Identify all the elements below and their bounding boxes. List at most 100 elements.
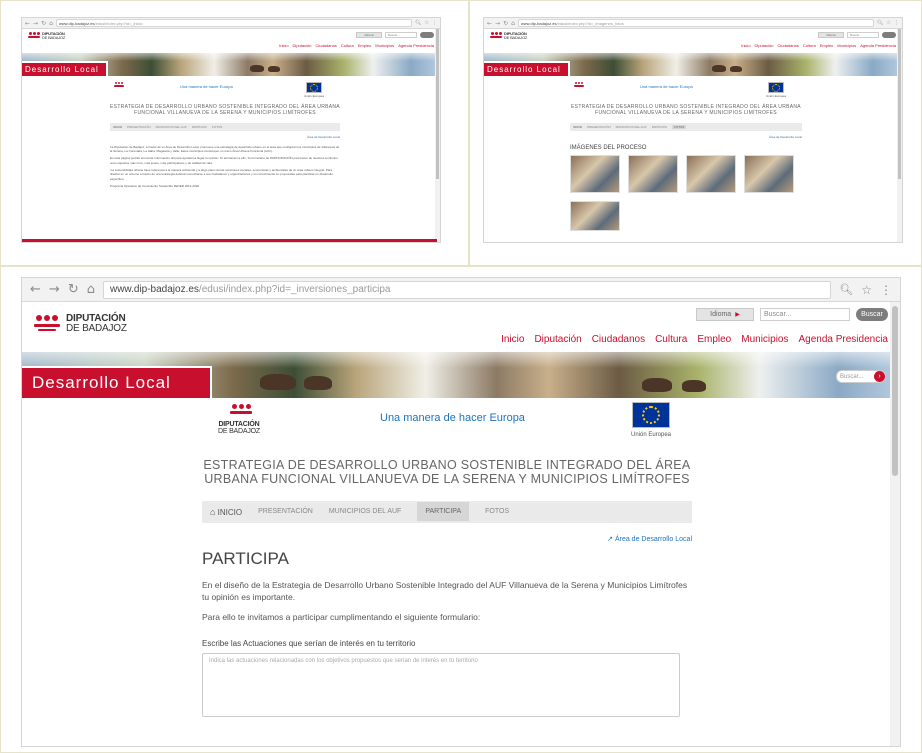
- page-content: DIPUTACIÓN DE BADAJOZ Una manera de hace…: [202, 402, 692, 718]
- header-search-input[interactable]: Buscar...: [760, 308, 850, 321]
- address-bar[interactable]: www.dip-badajoz.es/edusi/index.php?id=_i…: [517, 19, 875, 27]
- translate-button[interactable]: Idioma: [818, 32, 844, 38]
- menu-item-cultura[interactable]: Cultura: [803, 43, 816, 48]
- tab-fotos[interactable]: FOTOS: [672, 124, 687, 129]
- menu-item-agenda[interactable]: Agenda Presidencia: [798, 334, 888, 345]
- forward-arrow-icon[interactable]: →: [33, 20, 38, 27]
- header-search-button[interactable]: Buscar: [856, 308, 888, 321]
- diputacion-logo[interactable]: DIPUTACIÓN DE BADAJOZ: [28, 32, 65, 40]
- actions-textarea[interactable]: Indica las actuaciones relacionadas con …: [202, 653, 680, 718]
- menu-item-cultura[interactable]: Cultura: [341, 43, 354, 48]
- tab-inicio[interactable]: INICIO: [573, 125, 582, 129]
- screenshot-collage: ← → ↻ ⌂ www.dip-badajoz.es/edusi/index.p…: [0, 0, 922, 753]
- section-tabs: ⌂ INICIO PRESENTACIÓN MUNICIPIOS DEL AUF…: [202, 500, 692, 523]
- header-search-input[interactable]: Buscar...: [385, 32, 417, 38]
- tab-municipios[interactable]: MUNICIPIOS DEL AUF: [616, 125, 647, 129]
- search-go-icon[interactable]: ›: [874, 371, 885, 382]
- reload-icon[interactable]: ↻: [503, 20, 508, 27]
- home-icon[interactable]: ⌂: [87, 282, 95, 297]
- strategy-title: ESTRATEGIA DE DESARROLLO URBANO SOSTENIB…: [203, 458, 691, 487]
- gallery-photo[interactable]: [628, 154, 678, 193]
- menu-dots-icon[interactable]: ⋮: [894, 20, 899, 26]
- menu-item-agenda[interactable]: Agenda Presidencia: [398, 43, 434, 48]
- header-search-button[interactable]: [882, 32, 896, 38]
- tab-presentacion[interactable]: PRESENTACIÓN: [127, 125, 150, 129]
- desarrollo-local-label[interactable]: Desarrollo Local: [22, 366, 212, 398]
- back-to-area-link[interactable]: ↗ Área de Desarrollo Local: [202, 535, 692, 543]
- back-to-area-link[interactable]: Área de Desarrollo Local: [110, 135, 340, 139]
- gallery-photo[interactable]: [570, 200, 620, 231]
- footer-red-bar: [22, 239, 437, 242]
- menu-item-empleo[interactable]: Empleo: [820, 43, 834, 48]
- page-scrollbar[interactable]: [890, 302, 900, 746]
- tab-presentacion[interactable]: PRESENTACIÓN: [587, 125, 610, 129]
- zoom-icon[interactable]: 🔍︎: [415, 20, 421, 26]
- tab-participa[interactable]: PARTICIPA: [417, 502, 470, 522]
- menu-item-diputacion[interactable]: Diputación: [534, 334, 581, 345]
- menu-item-ciudadanos[interactable]: Ciudadanos: [777, 43, 798, 48]
- menu-item-municipios[interactable]: Municipios: [837, 43, 856, 48]
- banner-search-input[interactable]: Buscar... ›: [836, 370, 886, 383]
- diputacion-logo[interactable]: DIPUTACIÓN DE BADAJOZ: [34, 314, 127, 334]
- bookmark-star-icon[interactable]: ☆: [861, 283, 872, 297]
- tab-inicio[interactable]: INICIO: [113, 125, 122, 129]
- menu-dots-icon[interactable]: ⋮: [432, 20, 437, 26]
- header-search-input[interactable]: Buscar...: [847, 32, 879, 38]
- bookmark-star-icon[interactable]: ☆: [887, 20, 891, 26]
- tab-presentacion[interactable]: PRESENTACIÓN: [258, 508, 313, 515]
- menu-item-ciudadanos[interactable]: Ciudadanos: [592, 334, 645, 345]
- eu-caption: Unión Europea: [765, 94, 786, 98]
- menu-item-inicio[interactable]: Inicio: [741, 43, 750, 48]
- menu-item-empleo[interactable]: Empleo: [697, 334, 731, 345]
- diputacion-logo[interactable]: DIPUTACIÓN DE BADAJOZ: [490, 32, 527, 40]
- page-scrollbar[interactable]: [435, 29, 440, 242]
- back-arrow-icon[interactable]: ←: [30, 282, 41, 297]
- section-tabs: INICIO PRESENTACIÓN MUNICIPIOS DEL AUF P…: [570, 122, 802, 131]
- menu-item-inicio[interactable]: Inicio: [279, 43, 288, 48]
- zoom-icon[interactable]: 🔍︎: [839, 283, 853, 296]
- menu-item-municipios[interactable]: Municipios: [375, 43, 394, 48]
- tab-fotos[interactable]: FOTOS: [485, 508, 509, 515]
- reload-icon[interactable]: ↻: [68, 282, 79, 297]
- back-arrow-icon[interactable]: ←: [25, 20, 30, 27]
- intro-paragraph-3: 'La sostenibilidad urbana hace referenci…: [110, 167, 333, 181]
- menu-item-diputacion[interactable]: Diputación: [755, 43, 774, 48]
- desarrollo-local-label[interactable]: Desarrollo Local: [22, 61, 108, 76]
- address-bar[interactable]: www.dip-badajoz.es/edusi/index.php?id=_i…: [102, 280, 832, 299]
- menu-dots-icon[interactable]: ⋮: [880, 283, 892, 297]
- tab-inicio[interactable]: ⌂ INICIO: [210, 507, 242, 517]
- tab-fotos[interactable]: FOTOS: [212, 125, 222, 129]
- zoom-icon[interactable]: 🔍︎: [877, 20, 883, 26]
- header-search-button[interactable]: [420, 32, 434, 38]
- home-icon[interactable]: ⌂: [49, 20, 53, 27]
- desarrollo-local-label[interactable]: Desarrollo Local: [484, 61, 570, 76]
- gallery-photo[interactable]: [570, 154, 620, 193]
- translate-button[interactable]: Idioma ▶: [696, 308, 754, 321]
- bookmark-star-icon[interactable]: ☆: [425, 20, 429, 26]
- tab-participa[interactable]: PARTICIPA: [192, 125, 207, 129]
- menu-item-empleo[interactable]: Empleo: [358, 43, 372, 48]
- menu-item-municipios[interactable]: Municipios: [741, 334, 788, 345]
- forward-arrow-icon[interactable]: →: [495, 20, 500, 27]
- forward-arrow-icon[interactable]: →: [49, 282, 60, 297]
- translate-button[interactable]: Idioma: [356, 32, 382, 38]
- translate-label: Idioma: [710, 311, 732, 318]
- home-icon[interactable]: ⌂: [511, 20, 515, 27]
- tab-municipios[interactable]: MUNICIPIOS DEL AUF: [156, 125, 187, 129]
- site-header: DIPUTACIÓN DE BADAJOZ Idioma ▶ Buscar...…: [22, 302, 900, 352]
- back-to-area-link[interactable]: Área de Desarrollo Local: [570, 135, 802, 139]
- page-scrollbar[interactable]: [897, 29, 902, 242]
- menu-item-inicio[interactable]: Inicio: [501, 334, 524, 345]
- address-bar[interactable]: www.dip-badajoz.es/edusi/index.php?id=_i…: [55, 19, 413, 27]
- menu-item-cultura[interactable]: Cultura: [655, 334, 687, 345]
- gallery-photo[interactable]: [744, 154, 794, 193]
- menu-item-agenda[interactable]: Agenda Presidencia: [860, 43, 896, 48]
- url-domain: www.dip-badajoz.es: [520, 21, 557, 26]
- tab-participa[interactable]: PARTICIPA: [652, 125, 667, 129]
- tab-municipios[interactable]: MUNICIPIOS DEL AUF: [329, 508, 401, 515]
- menu-item-ciudadanos[interactable]: Ciudadanos: [315, 43, 336, 48]
- reload-icon[interactable]: ↻: [41, 20, 46, 27]
- menu-item-diputacion[interactable]: Diputación: [293, 43, 312, 48]
- gallery-photo[interactable]: [686, 154, 736, 193]
- back-arrow-icon[interactable]: ←: [487, 20, 492, 27]
